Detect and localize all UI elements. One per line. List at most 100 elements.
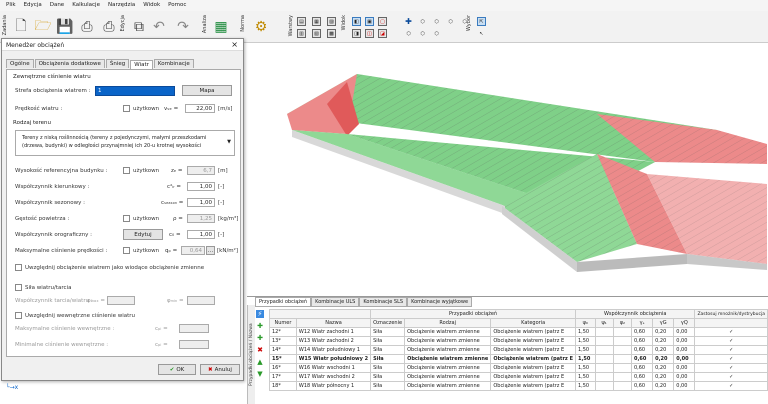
tab-additional-loads[interactable]: Obciążenia dodatkowe — [34, 59, 105, 68]
arrow-up-icon[interactable]: ▲ — [256, 358, 264, 366]
ok-button[interactable]: ✔ OK — [158, 364, 196, 375]
lightning-icon[interactable]: ⚡ — [256, 310, 264, 318]
cell[interactable]: ✓ — [694, 327, 768, 337]
arrow-down-icon[interactable]: ▼ — [256, 370, 264, 378]
tab-wind[interactable]: Wiatr — [130, 60, 153, 69]
col-category[interactable]: Kategoria — [490, 318, 576, 328]
layer-icon[interactable]: ▤ — [297, 17, 306, 26]
param-field[interactable]: 1,00 — [187, 182, 215, 191]
tab-load-cases[interactable]: Przypadki obciążeń — [255, 297, 312, 307]
delete-icon[interactable]: ✖ — [256, 346, 264, 354]
cube-icon[interactable]: ⬡ — [432, 17, 441, 26]
friction-max-field[interactable] — [107, 296, 135, 305]
print-preview-icon[interactable]: ⎙ — [100, 17, 118, 37]
cell[interactable]: ✓ — [694, 363, 768, 373]
tab-combinations[interactable]: Kombinacje — [153, 59, 194, 68]
cube-icon[interactable]: ⬡ — [418, 17, 427, 26]
col-name[interactable]: Nazwa — [295, 318, 372, 328]
param-field[interactable]: 1,00 — [187, 198, 215, 207]
tab-uls[interactable]: Kombinacje ULS — [311, 297, 360, 307]
add-row-icon[interactable]: ✚ — [256, 334, 264, 342]
open-folder-icon[interactable]: 🗁 — [34, 17, 52, 37]
more-button[interactable]: … — [206, 246, 215, 255]
param-field[interactable]: 6,7 — [187, 166, 215, 175]
col-symbol[interactable]: Oznaczenie — [370, 318, 406, 328]
layer-icon[interactable]: ▧ — [312, 29, 321, 38]
table-row[interactable]: 13* W13 Wiatr zachodni 2 Siła Obciążenie wi… — [269, 336, 768, 346]
menu-view[interactable]: Widok — [143, 2, 160, 9]
cube-icon[interactable]: ⬡ — [404, 29, 413, 38]
print-icon[interactable]: ⎙ — [78, 17, 96, 37]
view-icon[interactable]: ◧ — [352, 17, 361, 26]
move-icon[interactable]: ✚ — [404, 17, 413, 26]
menu-help[interactable]: Pomoc — [168, 2, 186, 9]
layer-icon[interactable]: ▩ — [327, 29, 336, 38]
internal-max-field[interactable] — [179, 324, 209, 333]
zone-select[interactable]: 1 — [95, 86, 175, 96]
redo-icon[interactable]: ↷ — [174, 17, 192, 37]
custom-checkbox[interactable] — [123, 247, 130, 254]
col-apply[interactable] — [694, 318, 768, 328]
menu-file[interactable]: Plik — [6, 2, 16, 9]
param-field[interactable]: 0,64 — [181, 246, 205, 255]
tab-general[interactable]: Ogólne — [6, 59, 34, 68]
col-type[interactable]: Rodzaj — [404, 318, 492, 328]
layer-icon[interactable]: ▨ — [327, 17, 336, 26]
map-button[interactable]: Mapa — [182, 85, 232, 96]
view-icon[interactable]: ▢ — [378, 17, 387, 26]
menu-data[interactable]: Dane — [50, 2, 64, 9]
cube-icon[interactable]: ⬡ — [418, 29, 427, 38]
cell[interactable]: ✓ — [694, 381, 768, 391]
edit-button[interactable]: Edytuj — [123, 229, 163, 240]
cell[interactable]: ✓ — [694, 336, 768, 346]
internal-min-field[interactable] — [179, 340, 209, 349]
lead-load-checkbox[interactable] — [15, 264, 22, 271]
view-icon[interactable]: ◪ — [378, 29, 387, 38]
col-psi0[interactable]: ψ₀ — [574, 318, 596, 328]
menu-calculations[interactable]: Kalkulacje — [72, 2, 100, 9]
col-gs[interactable]: γₛ — [630, 318, 654, 328]
param-field[interactable]: 1,00 — [187, 230, 215, 239]
col-psi2[interactable]: ψ₂ — [612, 318, 632, 328]
custom-checkbox[interactable] — [123, 167, 130, 174]
table-row[interactable]: 16* W16 Wiatr wschodni 1 Siła Obciążenie wi… — [269, 363, 768, 373]
table-row[interactable]: 14* W14 Wiatr południowy 1 Siła Obciążenie … — [269, 345, 768, 355]
table-row[interactable]: 12* W12 Wiatr zachodni 1 Siła Obciążenie wi… — [269, 327, 768, 337]
cell[interactable]: ✓ — [694, 345, 768, 355]
settings-gear-icon[interactable]: ⚙ — [252, 17, 270, 37]
cube-icon[interactable]: ⬡ — [446, 17, 455, 26]
speed-field[interactable]: 22,00 — [185, 104, 215, 113]
param-field[interactable]: 1,25 — [187, 214, 215, 223]
table-row[interactable]: 18* W18 Wiatr północny 1 Siła Obciążenie wi… — [269, 381, 768, 391]
cell[interactable]: ✓ — [694, 372, 768, 382]
save-icon[interactable]: 💾 — [56, 17, 74, 37]
cube-icon[interactable]: ⬡ — [432, 29, 441, 38]
col-gg[interactable]: γG — [652, 318, 675, 328]
calculator-icon[interactable]: ▦ — [212, 17, 230, 37]
undo-icon[interactable]: ↶ — [150, 17, 168, 37]
cell[interactable]: ✓ — [694, 354, 768, 364]
side-panel-tab[interactable]: Przypadki obciążeń / Nazwa — [247, 305, 255, 404]
layer-icon[interactable]: ▥ — [297, 29, 306, 38]
new-file-icon[interactable]: 🗋 — [12, 17, 30, 37]
custom-checkbox[interactable] — [123, 105, 130, 112]
close-icon[interactable]: × — [231, 40, 238, 49]
cancel-button[interactable]: ✖ Anuluj — [200, 364, 240, 375]
internal-pressure-checkbox[interactable] — [15, 312, 22, 319]
col-gq[interactable]: γQ — [673, 318, 696, 328]
view-icon[interactable]: ◨ — [352, 29, 361, 38]
tab-snow[interactable]: Śnieg — [105, 59, 130, 68]
friction-min-field[interactable] — [187, 296, 215, 305]
model-view[interactable] — [247, 44, 768, 294]
table-row[interactable]: 17* W17 Wiatr wschodni 2 Siła Obciążenie wi… — [269, 372, 768, 382]
col-psi1[interactable]: ψ₁ — [594, 318, 614, 328]
layer-icon[interactable]: ▦ — [312, 17, 321, 26]
add-icon[interactable]: ✚ — [256, 322, 264, 330]
pointer-icon[interactable]: ↖ — [477, 29, 486, 38]
terrain-select[interactable]: Tereny z niską roślinnością (tereny z po… — [15, 130, 235, 156]
view-icon[interactable]: ▣ — [365, 17, 374, 26]
menu-tools[interactable]: Narzędzia — [108, 2, 135, 9]
menu-edit[interactable]: Edycja — [24, 2, 42, 9]
friction-checkbox[interactable] — [15, 284, 22, 291]
custom-checkbox[interactable] — [123, 215, 130, 222]
